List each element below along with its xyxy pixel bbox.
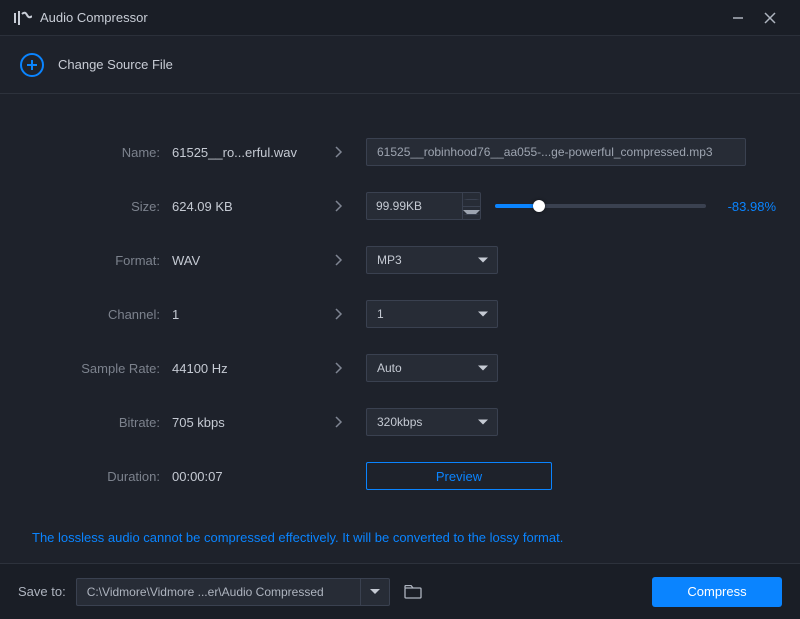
label-size: Size: xyxy=(24,199,172,214)
target-size-spinner[interactable]: 99.99KB xyxy=(366,192,481,220)
target-size-value[interactable]: 99.99KB xyxy=(367,193,462,219)
row-bitrate: Bitrate: 705 kbps 320kbps xyxy=(24,408,776,436)
source-duration: 00:00:07 xyxy=(172,469,312,484)
save-to-label: Save to: xyxy=(18,584,66,599)
settings-panel: Name: 61525__ro...erful.wav 61525__robin… xyxy=(0,94,800,545)
source-size: 624.09 KB xyxy=(172,199,312,214)
output-name-input[interactable]: 61525__robinhood76__aa055-...ge-powerful… xyxy=(366,138,746,166)
chevron-right-icon xyxy=(312,416,366,428)
sample-rate-select[interactable]: Auto xyxy=(366,354,498,382)
row-format: Format: WAV MP3 xyxy=(24,246,776,274)
chevron-right-icon xyxy=(312,362,366,374)
channel-select-value: 1 xyxy=(377,307,384,321)
source-format: WAV xyxy=(172,253,312,268)
minimize-button[interactable] xyxy=(722,2,754,34)
source-bitrate: 705 kbps xyxy=(172,415,312,430)
open-folder-button[interactable] xyxy=(398,578,428,606)
size-step-up[interactable] xyxy=(463,193,480,207)
compress-button[interactable]: Compress xyxy=(652,577,782,607)
window-title: Audio Compressor xyxy=(40,10,148,25)
bitrate-select-value: 320kbps xyxy=(377,415,422,429)
source-name: 61525__ro...erful.wav xyxy=(172,145,312,160)
chevron-right-icon xyxy=(312,308,366,320)
add-icon[interactable] xyxy=(20,53,44,77)
bottom-bar: Save to: C:\Vidmore\Vidmore ...er\Audio … xyxy=(0,563,800,619)
close-button[interactable] xyxy=(754,2,786,34)
row-duration: Duration: 00:00:07 Preview xyxy=(24,462,776,490)
size-step-down[interactable] xyxy=(463,207,480,220)
format-select-value: MP3 xyxy=(377,253,402,267)
slider-thumb[interactable] xyxy=(533,200,545,212)
chevron-right-icon xyxy=(312,146,366,158)
warning-text: The lossless audio cannot be compressed … xyxy=(24,530,776,545)
row-size: Size: 624.09 KB 99.99KB -83.98% xyxy=(24,192,776,220)
chevron-right-icon xyxy=(312,200,366,212)
source-sample-rate: 44100 Hz xyxy=(172,361,312,376)
app-logo-icon xyxy=(14,11,32,25)
chevron-down-icon xyxy=(478,366,488,371)
chevron-right-icon xyxy=(312,254,366,266)
format-select[interactable]: MP3 xyxy=(366,246,498,274)
save-path-input[interactable]: C:\Vidmore\Vidmore ...er\Audio Compresse… xyxy=(76,578,360,606)
row-sample-rate: Sample Rate: 44100 Hz Auto xyxy=(24,354,776,382)
source-channel: 1 xyxy=(172,307,312,322)
label-channel: Channel: xyxy=(24,307,172,322)
label-format: Format: xyxy=(24,253,172,268)
size-reduction-pct: -83.98% xyxy=(720,199,776,214)
row-channel: Channel: 1 1 xyxy=(24,300,776,328)
title-bar: Audio Compressor xyxy=(0,0,800,36)
sample-rate-select-value: Auto xyxy=(377,361,402,375)
change-source-bar: Change Source File xyxy=(0,36,800,94)
channel-select[interactable]: 1 xyxy=(366,300,498,328)
chevron-down-icon xyxy=(478,258,488,263)
label-sample-rate: Sample Rate: xyxy=(24,361,172,376)
label-name: Name: xyxy=(24,145,172,160)
change-source-label[interactable]: Change Source File xyxy=(58,57,173,72)
chevron-down-icon xyxy=(478,312,488,317)
size-slider[interactable] xyxy=(495,204,706,208)
label-bitrate: Bitrate: xyxy=(24,415,172,430)
row-name: Name: 61525__ro...erful.wav 61525__robin… xyxy=(24,138,776,166)
chevron-down-icon xyxy=(478,420,488,425)
save-path-dropdown[interactable] xyxy=(360,578,390,606)
bitrate-select[interactable]: 320kbps xyxy=(366,408,498,436)
label-duration: Duration: xyxy=(24,469,172,484)
preview-button[interactable]: Preview xyxy=(366,462,552,490)
